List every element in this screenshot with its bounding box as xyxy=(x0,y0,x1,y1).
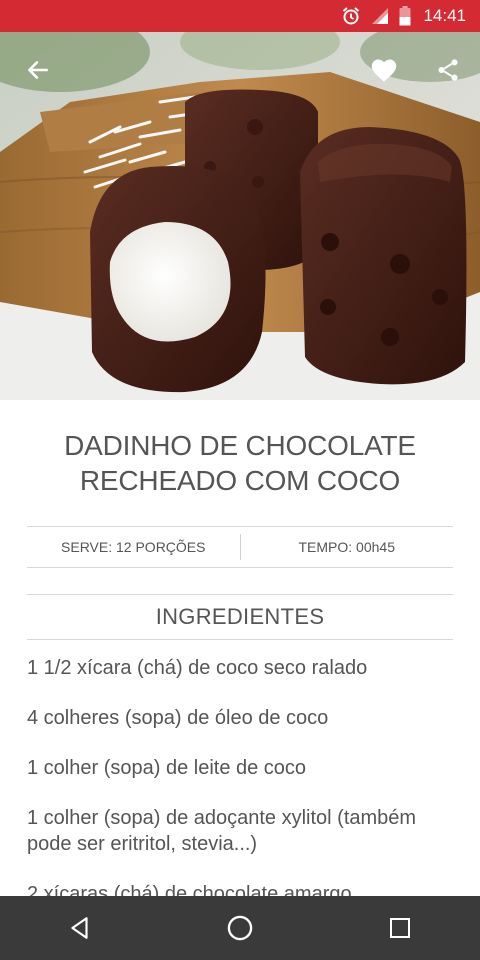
ingredients-list: 1 1/2 xícara (chá) de coco seco ralado 4… xyxy=(27,655,457,931)
recipe-hero-image xyxy=(0,32,480,400)
time-label: TEMPO: 00h45 xyxy=(298,539,396,555)
ingredient-item: 1 colher (sopa) de adoçante xylitol (tam… xyxy=(27,807,417,855)
status-bar: 14:41 xyxy=(0,0,480,32)
recents-square-icon[interactable] xyxy=(370,898,430,958)
favorite-heart-icon[interactable] xyxy=(366,52,402,88)
ingredient-item: 1 1/2 xícara (chá) de coco seco ralado xyxy=(27,657,368,679)
recipe-meta-row: SERVE: 12 PORÇÕES TEMPO: 00h45 xyxy=(27,526,453,568)
battery-icon xyxy=(399,6,411,26)
home-circle-icon[interactable] xyxy=(210,898,270,958)
system-nav-bar xyxy=(0,896,480,960)
back-arrow-icon[interactable] xyxy=(20,52,56,88)
recipe-title: DADINHO DE CHOCOLATE RECHEADO COM COCO xyxy=(64,430,416,496)
signal-icon xyxy=(371,7,389,25)
recipe-photo xyxy=(0,32,480,400)
back-triangle-icon[interactable] xyxy=(50,898,110,958)
ingredient-item: 4 colheres (sopa) de óleo de coco xyxy=(27,707,329,729)
serves-label: SERVE: 12 PORÇÕES xyxy=(61,539,206,555)
ingredients-heading: INGREDIENTES xyxy=(27,594,453,640)
share-icon[interactable] xyxy=(430,52,466,88)
alarm-icon xyxy=(341,6,361,26)
status-time: 14:41 xyxy=(423,6,466,25)
ingredient-item: 1 colher (sopa) de leite de coco xyxy=(27,757,307,779)
